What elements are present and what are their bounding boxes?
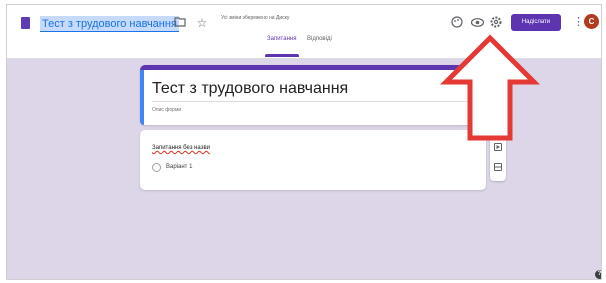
title-divider xyxy=(152,101,474,102)
kebab-menu-icon[interactable]: ⋮ xyxy=(573,15,584,29)
document-title[interactable]: Тест з трудового навчання xyxy=(40,16,179,32)
saved-status: Усі зміни збережено на Диску xyxy=(221,15,290,21)
folder-icon[interactable] xyxy=(173,16,187,30)
eye-icon[interactable] xyxy=(470,16,484,30)
form-title[interactable]: Тест з трудового навчання xyxy=(152,80,348,98)
question-title[interactable]: Запитання без назви xyxy=(152,145,210,151)
forms-doc-icon xyxy=(21,17,30,29)
radio-button xyxy=(152,163,161,172)
palette-icon[interactable] xyxy=(450,16,464,30)
add-video-icon[interactable] xyxy=(494,143,502,151)
form-title-card[interactable]: Тест з трудового навчання Опис форми xyxy=(140,65,486,125)
tab-questions[interactable]: Запитання xyxy=(267,35,296,43)
option-label[interactable]: Варіант 1 xyxy=(166,164,192,170)
help-icon[interactable]: ? xyxy=(595,270,601,279)
tab-answers[interactable]: Відповіді xyxy=(307,35,332,43)
question-card[interactable]: Запитання без назви Варіант 1 xyxy=(140,130,486,190)
avatar[interactable]: C xyxy=(584,14,599,29)
gear-icon[interactable] xyxy=(489,16,503,30)
form-description-field[interactable]: Опис форми xyxy=(152,107,181,113)
send-button[interactable]: Надіслати xyxy=(511,14,561,31)
add-section-icon[interactable] xyxy=(494,163,502,171)
pointer-arrow-annotation xyxy=(440,34,540,141)
star-icon[interactable]: ☆ xyxy=(195,16,209,30)
active-tab-indicator xyxy=(265,54,299,57)
